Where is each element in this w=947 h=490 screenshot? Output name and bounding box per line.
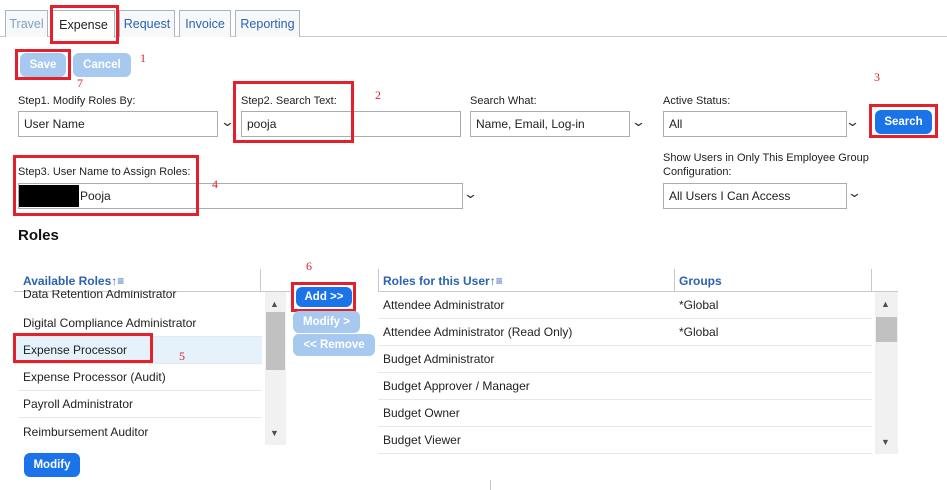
active-status-select[interactable]: All [663,111,847,137]
table-row[interactable]: Attendee Administrator *Global [378,292,872,319]
annotation-number: 5 [179,349,185,363]
annotation-number: 6 [306,259,312,273]
annotation-number: 7 [77,76,83,90]
table-cell-role: Budget Owner [383,406,460,420]
cancel-button[interactable]: Cancel [73,53,131,77]
divider [378,269,379,291]
table-cell-group: *Global [679,298,719,312]
annotation-box-search [869,104,938,138]
modify-role-button[interactable]: Modify > [293,311,360,333]
scroll-down-icon[interactable]: ▼ [270,428,279,438]
annotation-number: 4 [212,177,218,191]
annotation-box-assign-user [13,155,199,216]
user-roles-header-label: Roles for this User [383,274,490,288]
groups-header[interactable]: Groups [679,274,722,288]
divider [674,269,675,291]
divider [490,480,491,490]
scrollbar-thumb[interactable] [266,312,285,370]
modify-button[interactable]: Modify [24,453,80,477]
tab-invoice[interactable]: Invoice [179,10,231,37]
table-row[interactable]: Attendee Administrator (Read Only) *Glob… [378,319,872,346]
tab-request[interactable]: Request [119,10,175,37]
table-cell-role: Attendee Administrator [383,298,505,312]
tab-reporting[interactable]: Reporting [235,10,300,37]
scrollbar-thumb[interactable] [876,317,897,342]
annotation-box-add [291,282,356,312]
annotation-box-save [15,49,71,80]
chevron-down-icon[interactable]: ⌄ [631,114,646,130]
group-config-value: All Users I Can Access [669,189,791,203]
annotation-number: 1 [140,51,146,65]
remove-button[interactable]: << Remove [293,334,375,356]
annotation-box-expense-processor [13,333,153,363]
list-item-label: Data Retention Administrator [23,290,177,301]
modify-roles-by-select[interactable]: User Name [18,111,218,137]
available-roles-header-label: Available Roles [23,274,112,288]
table-row[interactable]: Budget Approver / Manager [378,373,872,400]
chevron-down-icon[interactable]: ⌄ [847,185,862,201]
table-cell-role: Attendee Administrator (Read Only) [383,325,573,339]
annotation-box-search-text [233,81,354,143]
list-item-label: Payroll Administrator [23,397,134,411]
list-item-label: Expense Processor (Audit) [23,370,166,384]
divider [260,269,261,291]
tab-travel[interactable]: Travel [5,10,48,37]
available-roles-header[interactable]: Available Roles↑≡ [23,274,124,288]
search-what-select[interactable]: Name, Email, Log-in [470,111,630,137]
table-cell-group: *Global [679,325,719,339]
annotation-number: 2 [375,88,381,102]
search-what-value: Name, Email, Log-in [476,117,585,131]
sort-icon[interactable]: ↑≡ [111,274,124,288]
scroll-down-icon[interactable]: ▼ [881,437,890,447]
chevron-down-icon[interactable]: ⌄ [845,114,860,130]
scroll-up-icon[interactable]: ▲ [881,299,890,309]
table-row[interactable]: Budget Viewer [378,427,872,454]
annotation-number: 3 [874,70,880,84]
list-item[interactable]: Reimbursement Auditor [18,418,262,445]
list-item-label: Digital Compliance Administrator [23,316,197,330]
list-item[interactable]: Data Retention Administrator [18,290,262,307]
table-row[interactable]: Budget Owner [378,400,872,427]
list-item[interactable]: Expense Processor (Audit) [18,364,262,391]
table-cell-role: Budget Administrator [383,352,495,366]
sort-icon[interactable]: ↑≡ [490,274,503,288]
table-row[interactable]: Budget Administrator [378,346,872,373]
roles-heading: Roles [18,227,59,244]
annotation-box-expense-tab [50,5,119,44]
table-cell-role: Budget Approver / Manager [383,379,530,393]
group-config-label: Show Users in Only This Employee Group [663,152,869,164]
chevron-down-icon[interactable]: ⌄ [463,186,478,202]
modify-roles-by-value: User Name [24,117,85,131]
table-cell-role: Budget Viewer [383,433,461,447]
list-item[interactable]: Payroll Administrator [18,391,262,418]
list-item-label: Reimbursement Auditor [23,424,149,439]
tab-bar: Travel Expense Request Invoice Reporting [0,0,947,38]
user-roles-header[interactable]: Roles for this User↑≡ [383,274,503,288]
group-config-label-2: Configuration: [663,166,732,178]
active-status-label: Active Status: [663,95,731,107]
search-what-label: Search What: [470,95,537,107]
modify-roles-by-label: Step1. Modify Roles By: [18,95,136,107]
active-status-value: All [669,117,683,131]
scroll-up-icon[interactable]: ▲ [270,299,279,309]
divider [871,269,872,291]
group-config-select[interactable]: All Users I Can Access [663,183,847,209]
